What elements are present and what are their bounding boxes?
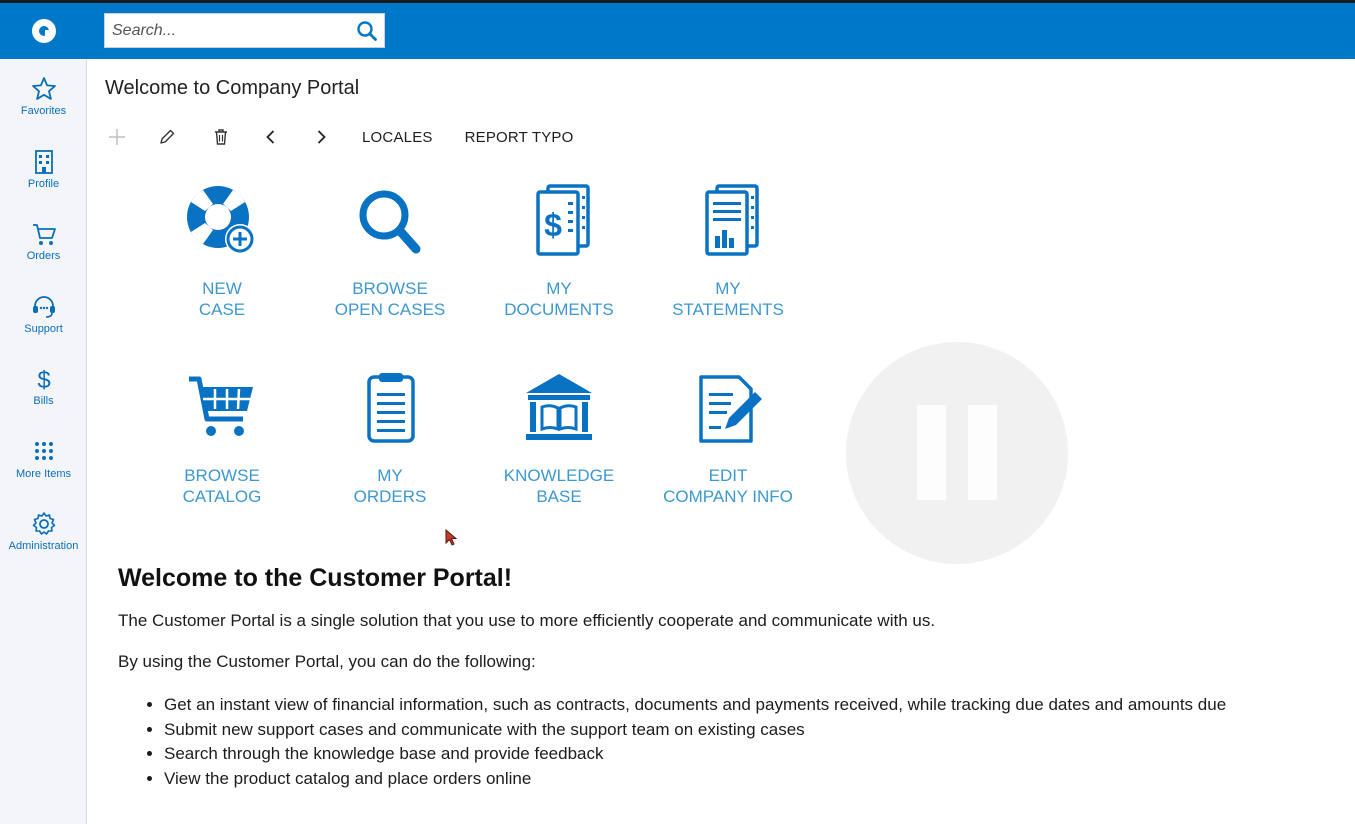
next-button[interactable] xyxy=(309,123,333,151)
welcome-intro: The Customer Portal is a single solution… xyxy=(118,611,936,630)
clipboard-icon xyxy=(367,373,415,443)
sidebar-item-orders[interactable]: Orders xyxy=(0,220,87,280)
svg-text:$: $ xyxy=(37,367,50,393)
sidebar-item-profile[interactable]: Profile xyxy=(0,148,87,208)
headset-icon xyxy=(32,296,55,318)
top-bar xyxy=(0,0,1355,59)
trash-icon xyxy=(215,129,227,145)
tile-my-documents[interactable]: $ MY DOCUMENTS xyxy=(479,184,639,344)
star-icon xyxy=(31,77,56,100)
tile-label-line1: BROWSE xyxy=(352,279,428,298)
dollar-icon: $ xyxy=(37,367,50,393)
sidebar-item-label: Administration xyxy=(8,540,79,552)
toolbar: LOCALES REPORT TYPO xyxy=(105,123,574,151)
tile-label-line1: MY xyxy=(715,279,741,298)
edit-button[interactable] xyxy=(155,123,179,151)
pencil-icon xyxy=(160,129,175,144)
gear-icon xyxy=(32,512,55,535)
tile-label-line1: EDIT xyxy=(708,466,748,485)
grid-dots-icon xyxy=(34,442,53,460)
dollar-documents-icon: $ xyxy=(536,184,590,256)
list-item: View the product catalog and place order… xyxy=(164,767,1338,792)
shopping-cart-icon xyxy=(189,376,253,436)
tile-knowledge-base[interactable]: KNOWLEDGE BASE xyxy=(479,371,639,531)
feature-list: Get an instant view of financial informa… xyxy=(164,693,1338,792)
acumatica-logo-icon xyxy=(31,19,56,43)
locales-button[interactable]: LOCALES xyxy=(362,123,433,151)
list-item: Search through the knowledge base and pr… xyxy=(164,742,1338,767)
tile-label-line1: BROWSE xyxy=(184,466,260,485)
welcome-section: Welcome to the Customer Portal! The Cust… xyxy=(118,564,1338,792)
sidebar-item-label: Profile xyxy=(27,178,60,190)
svg-text:$: $ xyxy=(544,207,562,243)
plus-icon xyxy=(109,129,125,145)
report-typo-button[interactable]: REPORT TYPO xyxy=(465,123,574,151)
cart-icon xyxy=(32,224,56,245)
tile-label-line1: MY xyxy=(546,279,572,298)
tile-edit-company-info[interactable]: EDIT COMPANY INFO xyxy=(648,371,808,531)
sidebar-item-label: More Items xyxy=(15,468,71,480)
edit-document-icon xyxy=(699,375,762,443)
tile-label-line2: STATEMENTS xyxy=(672,300,784,319)
sidebar: Favorites Profile Orders Support $ Bills… xyxy=(0,59,87,824)
sidebar-item-label: Support xyxy=(24,323,63,335)
add-button[interactable] xyxy=(105,123,129,151)
tile-label-line2: ORDERS xyxy=(353,487,427,506)
list-item: Get an instant view of financial informa… xyxy=(164,693,1338,718)
tile-label-line1: MY xyxy=(377,466,403,485)
tile-browse-catalog[interactable]: BROWSE CATALOG xyxy=(142,371,302,531)
main-content: Welcome to Company Portal LOCALES REPORT… xyxy=(88,59,1355,824)
tile-label-line1: NEW xyxy=(202,279,242,298)
sidebar-item-favorites[interactable]: Favorites xyxy=(0,75,87,135)
building-icon xyxy=(34,150,53,174)
magnifier-icon xyxy=(359,190,421,254)
previous-button[interactable] xyxy=(259,123,283,151)
list-item: Submit new support cases and communicate… xyxy=(164,718,1338,743)
video-pause-overlay[interactable] xyxy=(846,342,1068,564)
tile-my-statements[interactable]: MY STATEMENTS xyxy=(648,184,808,344)
sidebar-item-more-items[interactable]: More Items xyxy=(0,438,87,498)
tile-new-case[interactable]: NEW CASE xyxy=(142,184,302,344)
sidebar-item-label: Bills xyxy=(33,395,54,407)
sidebar-item-label: Favorites xyxy=(20,105,67,117)
page-title: Welcome to Company Portal xyxy=(105,77,360,99)
welcome-lead: By using the Customer Portal, you can do… xyxy=(118,652,536,671)
search-icon[interactable] xyxy=(356,20,378,42)
lifebuoy-plus-icon xyxy=(187,186,255,254)
sidebar-item-label: Orders xyxy=(26,250,61,262)
tile-label-line2: OPEN CASES xyxy=(334,300,446,319)
sidebar-item-support[interactable]: Support xyxy=(0,293,87,353)
tile-label-line2: BASE xyxy=(536,487,582,506)
sidebar-item-bills[interactable]: $ Bills xyxy=(0,365,87,425)
chart-documents-icon xyxy=(705,184,759,256)
logo-button[interactable] xyxy=(0,3,87,59)
tile-label-line2: COMPANY INFO xyxy=(663,487,793,506)
search-box xyxy=(104,13,385,48)
chevron-right-icon xyxy=(317,130,326,144)
mouse-cursor-icon xyxy=(445,529,457,546)
tile-browse-open-cases[interactable]: BROWSE OPEN CASES xyxy=(310,184,470,344)
tile-my-orders[interactable]: MY ORDERS xyxy=(310,371,470,531)
tile-label-line2: CATALOG xyxy=(182,487,262,506)
tile-label-line1: KNOWLEDGE xyxy=(503,466,615,485)
welcome-heading: Welcome to the Customer Portal! xyxy=(118,564,513,592)
delete-button[interactable] xyxy=(209,123,233,151)
chevron-left-icon xyxy=(266,130,275,144)
sidebar-item-administration[interactable]: Administration xyxy=(0,510,87,570)
search-input[interactable] xyxy=(105,14,350,47)
tile-label-line2: CASE xyxy=(198,300,246,319)
library-icon xyxy=(526,374,592,440)
tile-label-line2: DOCUMENTS xyxy=(504,300,614,319)
